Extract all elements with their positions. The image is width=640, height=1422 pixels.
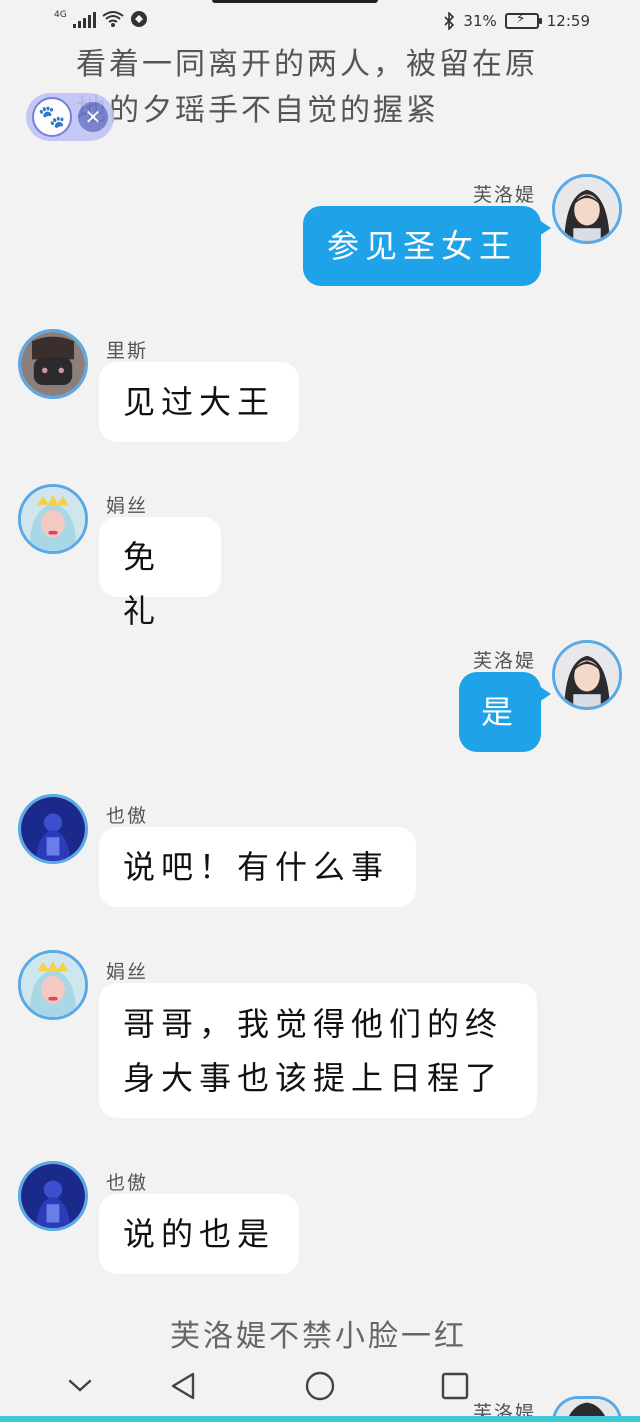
battery-icon: ⚡	[504, 11, 542, 29]
camera-notch	[212, 0, 378, 3]
close-icon[interactable]: ✕	[78, 102, 108, 132]
message-text: 说吧！有什么事	[123, 848, 390, 886]
narration-bottom: 芙洛媞不禁小脸一红	[170, 1319, 467, 1354]
narration-top: 看着一同离开的两人，被留在原 地的夕瑶手不自觉的握紧	[76, 42, 576, 134]
queen-avatar[interactable]	[18, 950, 88, 1020]
message-text: 参见圣女王	[327, 227, 518, 265]
network-label: 4G	[54, 10, 67, 20]
masked-man-avatar[interactable]	[18, 329, 88, 399]
message-text: 哥哥，我觉得他们的终	[123, 1005, 504, 1043]
sender-name: 娟丝	[106, 495, 149, 517]
status-bar: 4G 31% ⚡ 12:59	[0, 0, 640, 46]
message-text: 说的也是	[123, 1215, 276, 1253]
home-icon[interactable]	[300, 1366, 340, 1406]
message-bubble[interactable]: 哥哥，我觉得他们的终 身大事也该提上日程了	[99, 983, 537, 1118]
chevron-down-icon[interactable]	[60, 1366, 100, 1406]
sender-name: 也傲	[106, 1172, 149, 1194]
signal-icon	[72, 12, 96, 28]
sender-name: 也傲	[106, 805, 149, 827]
paw-icon[interactable]: 🐾	[32, 97, 72, 137]
floating-assistant[interactable]: 🐾 ✕	[26, 93, 114, 141]
message-bubble[interactable]: 说的也是	[99, 1194, 299, 1274]
narration-line: 地的夕瑶手不自觉的握紧	[76, 93, 439, 128]
sender-name: 里斯	[106, 340, 149, 362]
message-text: 免礼	[123, 538, 162, 630]
message-text: 是	[481, 693, 520, 731]
message-text: 身大事也该提上日程了	[123, 1059, 504, 1097]
message-bubble[interactable]: 是	[459, 672, 551, 752]
narration-line: 看着一同离开的两人，被留在原	[76, 47, 538, 82]
clock: 12:59	[546, 12, 590, 30]
sync-icon	[130, 11, 147, 27]
girl-avatar[interactable]	[552, 640, 622, 710]
message-text: 见过大王	[123, 383, 276, 421]
bluetooth-icon	[444, 12, 455, 30]
sender-name: 娟丝	[106, 961, 149, 983]
sender-name: 芙洛媞	[472, 650, 536, 672]
status-right: 31% ⚡ 12:59	[443, 11, 590, 30]
message-bubble[interactable]: 说吧！有什么事	[99, 827, 416, 907]
battery-percent: 31%	[463, 12, 497, 30]
wifi-icon	[102, 11, 124, 27]
navigation-bar	[0, 1356, 640, 1416]
sender-name: 芙洛媞	[472, 184, 536, 206]
queen-avatar[interactable]	[18, 484, 88, 554]
king-avatar[interactable]	[18, 794, 88, 864]
recents-icon[interactable]	[435, 1366, 475, 1406]
message-bubble[interactable]: 见过大王	[99, 362, 299, 442]
bottom-accent-strip	[0, 1416, 640, 1422]
king-avatar[interactable]	[18, 1161, 88, 1231]
chat-screen: 4G 31% ⚡ 12:59 看着一同离开的两人，被留在原 地的夕瑶手不自觉的握…	[0, 0, 640, 1422]
status-left: 4G	[54, 10, 148, 28]
girl-avatar[interactable]	[552, 174, 622, 244]
message-bubble[interactable]: 参见圣女王	[303, 206, 551, 286]
back-icon[interactable]	[163, 1366, 203, 1406]
message-bubble[interactable]: 免礼	[99, 517, 221, 630]
